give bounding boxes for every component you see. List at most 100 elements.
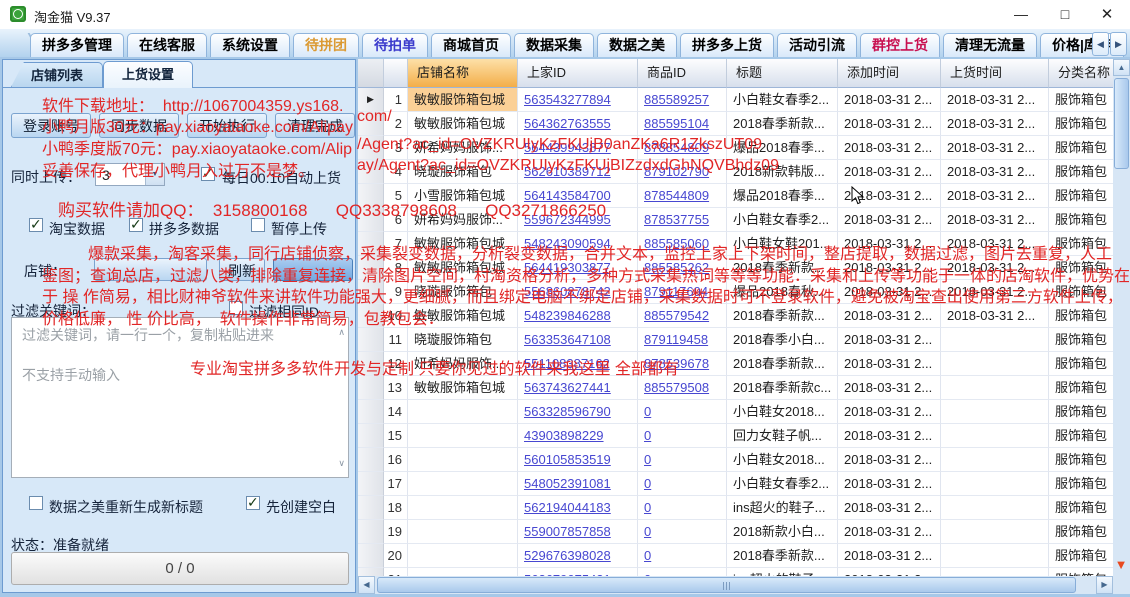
row-selector-cell[interactable] (358, 376, 384, 400)
vertical-scrollbar[interactable]: ▲ ▼ (1113, 59, 1130, 594)
main-tab-8[interactable]: 数据之美 (597, 33, 677, 57)
main-tab-5[interactable]: 待拍单 (362, 33, 428, 57)
scroll-down-icon[interactable]: ∨ (338, 453, 345, 473)
vertical-scrollbar-thumb[interactable] (1114, 78, 1129, 169)
col-header-item-id[interactable]: 商品ID (638, 59, 727, 88)
row-selector-cell[interactable] (358, 424, 384, 448)
regen-title-checkbox[interactable] (29, 496, 43, 510)
app-window: 淘金猫 V9.37 — □ ✕ 拼多多管理在线客服系统设置待拼团待拍单商城首页数… (0, 0, 1130, 597)
item-id-link[interactable]: 885579542 (644, 308, 709, 323)
item-id-link[interactable]: 885579508 (644, 380, 709, 395)
row-selector-cell[interactable] (358, 520, 384, 544)
scrollbar-left-icon[interactable]: ◀ (358, 576, 375, 594)
col-header-title[interactable]: 标题 (727, 59, 838, 88)
table-row[interactable]: 15439038982290回力女鞋子帆...2018-03-31 2...服饰… (358, 424, 1113, 448)
main-tab-2[interactable]: 在线客服 (127, 33, 207, 57)
tab-upload-settings[interactable]: 上货设置 (103, 61, 193, 88)
table-row[interactable]: 13敏敏服饰箱包城5637436274418855795082018春季新款c.… (358, 376, 1113, 400)
close-button[interactable]: ✕ (1090, 3, 1124, 26)
seller-id-link[interactable]: 563328596790 (524, 404, 611, 419)
seller-id-link[interactable]: 560105853519 (524, 452, 611, 467)
table-row[interactable]: 2敏敏服饰箱包城5643627635558855951042018春季新款...… (358, 112, 1113, 136)
main-tab-11-active[interactable]: 群控上货 (860, 33, 940, 57)
scrollbar-corner (1113, 576, 1130, 594)
table-row[interactable]: ▶1敏敏服饰箱包城563543277894885589257小白鞋女春季2...… (358, 88, 1113, 112)
item-id-link[interactable]: 878544809 (644, 188, 709, 203)
cell-category: 服饰箱包 (1049, 184, 1113, 208)
row-selector-cell[interactable] (358, 472, 384, 496)
scrollbar-up-icon[interactable]: ▲ (1113, 59, 1130, 76)
main-tab-9[interactable]: 拼多多上货 (680, 33, 774, 57)
main-tab-10[interactable]: 活动引流 (777, 33, 857, 57)
item-id-link[interactable]: 878537755 (644, 212, 709, 227)
main-tab-3[interactable]: 系统设置 (210, 33, 290, 57)
col-header-category[interactable]: 分类名称 (1049, 59, 1113, 88)
item-id-link[interactable]: 885595104 (644, 116, 709, 131)
row-number: 18 (384, 496, 408, 520)
tab-scroll-nav: ◀ ▶ (1091, 32, 1127, 56)
item-id-link[interactable]: 0 (644, 524, 651, 539)
tab-scroll-left-icon[interactable]: ◀ (1092, 32, 1109, 56)
cell-category: 服饰箱包 (1049, 496, 1113, 520)
table-row[interactable]: 185621940441830ins超火的鞋子...2018-03-31 2..… (358, 496, 1113, 520)
seller-id-link[interactable]: 563543277894 (524, 92, 611, 107)
col-header-upload-time[interactable]: 上货时间 (941, 59, 1049, 88)
seller-id-link[interactable]: 563743627441 (524, 380, 611, 395)
table-row[interactable]: 11晓璇服饰箱包5633536471088791194582018春季小白...… (358, 328, 1113, 352)
seller-id-link[interactable]: 563353647108 (524, 332, 611, 347)
table-row[interactable]: 2052967639802802018春季新款...2018-03-31 2..… (358, 544, 1113, 568)
col-header-shop[interactable]: 店铺名称 (408, 59, 518, 88)
item-id-link[interactable]: 0 (644, 428, 651, 443)
item-id-link[interactable]: 0 (644, 404, 651, 419)
row-selector-cell[interactable] (358, 448, 384, 472)
create-blank-checkbox[interactable] (246, 496, 260, 510)
col-header-added-time[interactable]: 添加时间 (838, 59, 941, 88)
maximize-button[interactable]: □ (1048, 3, 1082, 26)
data-check-1[interactable] (29, 218, 43, 232)
tab-shop-list[interactable]: 店铺列表 (11, 62, 103, 87)
row-selector-cell[interactable] (358, 328, 384, 352)
item-id-link[interactable]: 0 (644, 500, 651, 515)
main-tab-4[interactable]: 待拼团 (293, 33, 359, 57)
table-row[interactable]: 175480523910810小白鞋女春季2...2018-03-31 2...… (358, 472, 1113, 496)
table-row[interactable]: 10敏敏服饰箱包城5482398462888855795422018春季新款..… (358, 304, 1113, 328)
cell-added-time: 2018-03-31 2... (838, 400, 941, 424)
item-id-link[interactable]: 0 (644, 548, 651, 563)
seller-id-link[interactable]: 529676398028 (524, 548, 611, 563)
seller-id-link[interactable]: 562194044183 (524, 500, 611, 515)
cell-upload-time: 2018-03-31 2... (941, 112, 1049, 136)
cell-title: 2018春季新款... (727, 304, 838, 328)
scrollbar-right-icon[interactable]: ▶ (1096, 576, 1113, 594)
row-selector-cell[interactable] (358, 496, 384, 520)
tab-scroll-right-icon[interactable]: ▶ (1110, 32, 1127, 56)
filter-keywords-textarea[interactable]: 过滤关键词，请一行一个，复制粘贴进来 不支持手动输入 ∧ ∨ (11, 317, 349, 478)
seller-id-link[interactable]: 564362763555 (524, 116, 611, 131)
minimize-button[interactable]: — (1004, 3, 1038, 26)
cell-item-id: 885589257 (638, 88, 727, 112)
seller-id-link[interactable]: 548239846288 (524, 308, 611, 323)
horizontal-scrollbar[interactable]: ◀ ▶ (358, 576, 1113, 594)
cell-added-time: 2018-03-31 2... (838, 160, 941, 184)
main-tab-1[interactable]: 拼多多管理 (30, 33, 124, 57)
seller-id-link[interactable]: 559007857858 (524, 524, 611, 539)
cell-added-time: 2018-03-31 2... (838, 376, 941, 400)
horizontal-scrollbar-thumb[interactable] (377, 577, 1076, 593)
table-row[interactable]: 1955900785785802018新款小白...2018-03-31 2..… (358, 520, 1113, 544)
row-selector-cell[interactable] (358, 544, 384, 568)
cell-seller-id: 563353647108 (518, 328, 638, 352)
table-row[interactable]: 165601058535190小白鞋女2018...2018-03-31 2..… (358, 448, 1113, 472)
main-tab-12[interactable]: 清理无流量 (943, 33, 1037, 57)
main-tab-6[interactable]: 商城首页 (431, 33, 511, 57)
cell-category: 服饰箱包 (1049, 112, 1113, 136)
item-id-link[interactable]: 885589257 (644, 92, 709, 107)
seller-id-link[interactable]: 548052391081 (524, 476, 611, 491)
row-selector-cell[interactable] (358, 400, 384, 424)
main-tab-7[interactable]: 数据采集 (514, 33, 594, 57)
item-id-link[interactable]: 0 (644, 452, 651, 467)
table-row[interactable]: 145633285967900小白鞋女2018...2018-03-31 2..… (358, 400, 1113, 424)
item-id-link[interactable]: 879119458 (644, 332, 708, 347)
col-header-seller-id[interactable]: 上家ID (518, 59, 638, 88)
item-id-link[interactable]: 0 (644, 476, 651, 491)
seller-id-link[interactable]: 43903898229 (524, 428, 604, 443)
cell-item-id: 885595104 (638, 112, 727, 136)
